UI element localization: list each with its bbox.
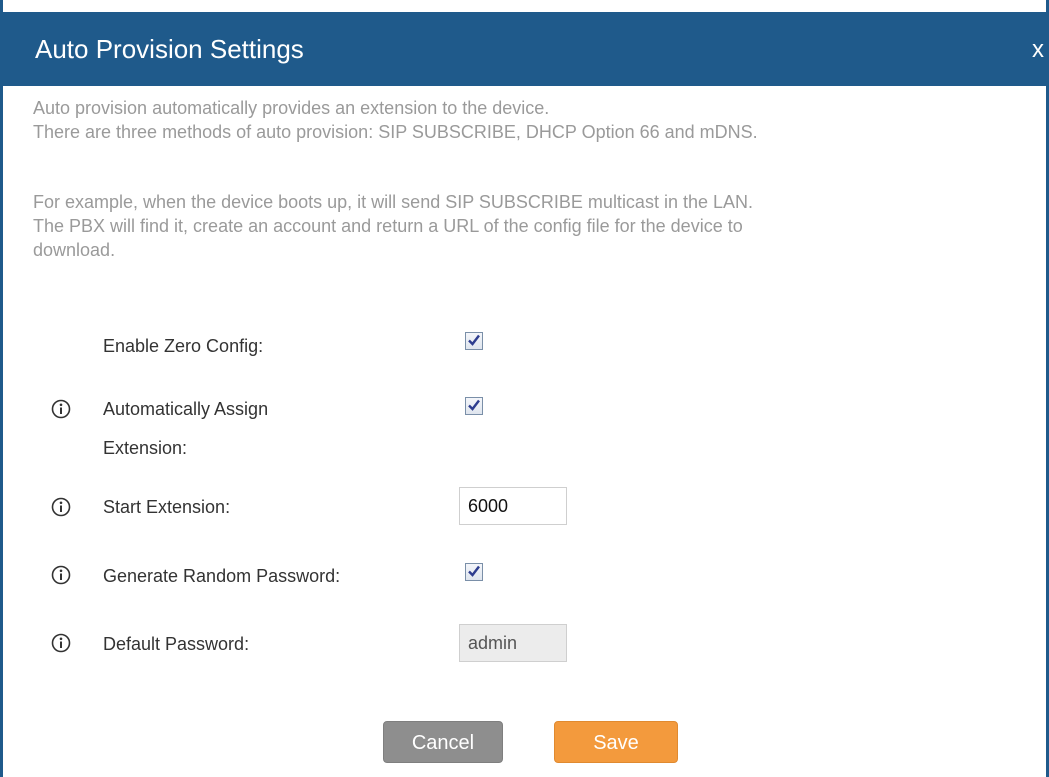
random-password-checkbox[interactable]	[465, 563, 483, 581]
start-extension-input[interactable]: 6000	[459, 487, 567, 525]
enable-zero-config-label: Enable Zero Config:	[103, 336, 264, 356]
description-line: The PBX will find it, create an account …	[33, 216, 743, 236]
description-line: Auto provision automatically provides an…	[33, 98, 550, 118]
auto-assign-label: Extension:	[103, 438, 188, 458]
info-icon[interactable]	[51, 565, 71, 585]
default-password-label: Default Password:	[103, 634, 250, 654]
auto-provision-dialog: Auto Provision Settings x Auto provision…	[0, 0, 1049, 777]
checkmark-icon	[468, 565, 480, 577]
auto-assign-checkbox[interactable]	[465, 397, 483, 415]
default-password-input[interactable]: admin	[459, 624, 567, 662]
cancel-button[interactable]: Cancel	[383, 721, 503, 763]
dialog-title: Auto Provision Settings	[35, 34, 304, 64]
description-line: download.	[33, 240, 116, 260]
info-icon[interactable]	[51, 497, 71, 517]
description-line: There are three methods of auto provisio…	[33, 122, 758, 142]
description-line: For example, when the device boots up, i…	[33, 192, 753, 212]
info-icon[interactable]	[51, 399, 71, 419]
checkmark-icon	[468, 334, 480, 346]
close-icon[interactable]: x	[1032, 34, 1044, 66]
random-password-label: Generate Random Password:	[103, 566, 341, 586]
enable-zero-config-checkbox[interactable]	[465, 332, 483, 350]
start-extension-label: Start Extension:	[103, 497, 231, 517]
info-icon[interactable]	[51, 633, 71, 653]
auto-assign-label: Automatically Assign	[103, 399, 269, 419]
save-button[interactable]: Save	[554, 721, 678, 763]
checkmark-icon	[468, 399, 480, 411]
dialog-titlebar: Auto Provision Settings x	[3, 12, 1046, 86]
